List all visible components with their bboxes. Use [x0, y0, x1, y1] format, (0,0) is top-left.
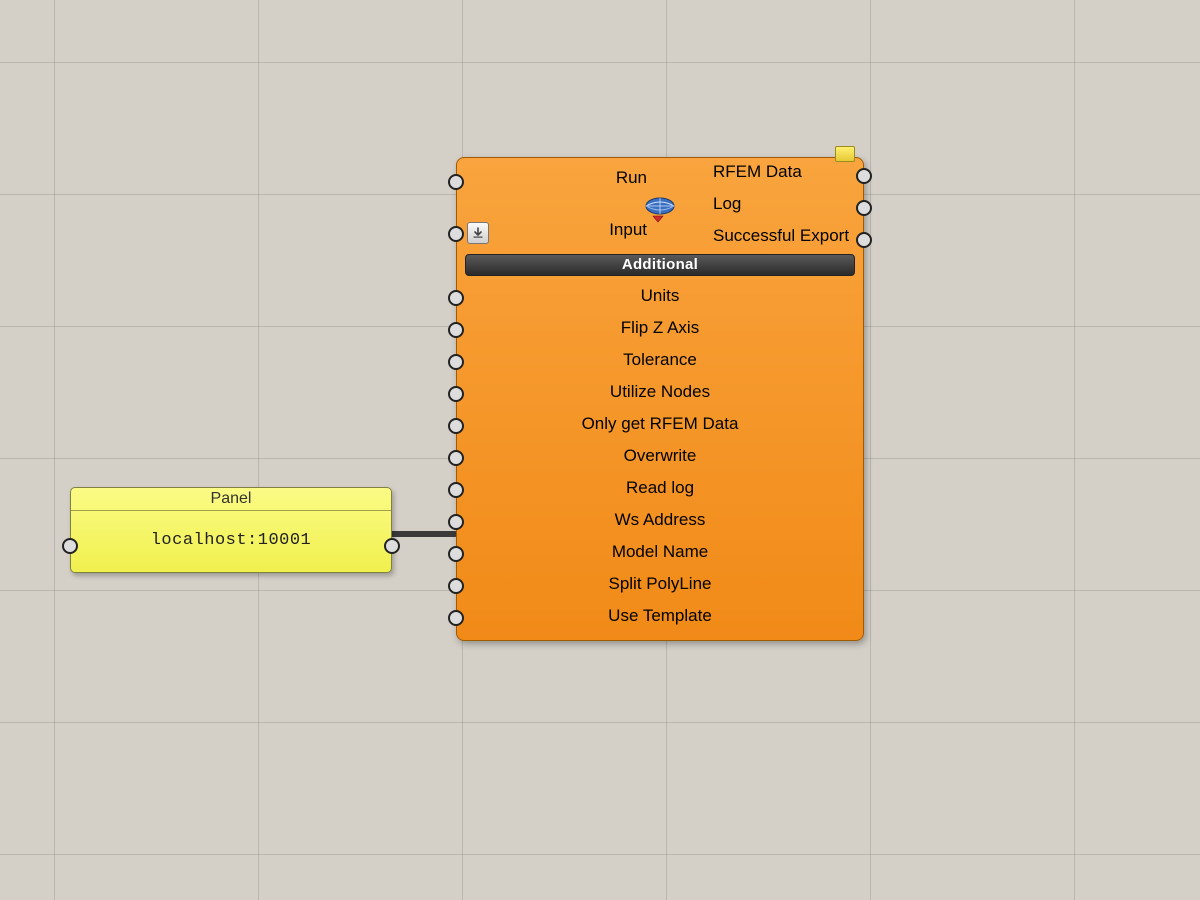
input-label-only-get-rfem-data: Only get RFEM Data: [457, 414, 863, 434]
rfem-component[interactable]: Run Input RFEM Data Log Succ: [456, 157, 864, 641]
output-label-successful-export: Successful Export: [713, 226, 863, 246]
wire-panel-to-component[interactable]: [388, 531, 458, 537]
component-header: Run Input RFEM Data Log Succ: [457, 158, 863, 254]
input-label-split-polyline: Split PolyLine: [457, 574, 863, 594]
output-label-log: Log: [713, 194, 863, 214]
input-label-utilize-nodes: Utilize Nodes: [457, 382, 863, 402]
panel-input-port[interactable]: [62, 538, 78, 554]
input-label-use-template: Use Template: [457, 606, 863, 626]
download-button[interactable]: [467, 222, 489, 244]
input-label-flip-z-axis: Flip Z Axis: [457, 318, 863, 338]
rfem-logo-icon: [643, 194, 677, 229]
download-arrow-icon: [472, 227, 484, 239]
output-label-rfem-data: RFEM Data: [713, 162, 863, 182]
input-label-tolerance: Tolerance: [457, 350, 863, 370]
panel-value[interactable]: localhost:10001: [71, 511, 391, 572]
input-label-read-log: Read log: [457, 478, 863, 498]
input-label-run: Run: [457, 168, 647, 188]
section-divider-additional: Additional: [465, 254, 855, 276]
panel-output-port[interactable]: [384, 538, 400, 554]
panel-node[interactable]: Panel localhost:10001: [70, 487, 392, 573]
input-label-units: Units: [457, 286, 863, 306]
panel-title: Panel: [71, 488, 391, 511]
input-label-model-name: Model Name: [457, 542, 863, 562]
input-label-ws-address: Ws Address: [457, 510, 863, 530]
input-label-overwrite: Overwrite: [457, 446, 863, 466]
additional-inputs-list: Units Flip Z Axis Tolerance Utilize Node…: [457, 276, 863, 640]
